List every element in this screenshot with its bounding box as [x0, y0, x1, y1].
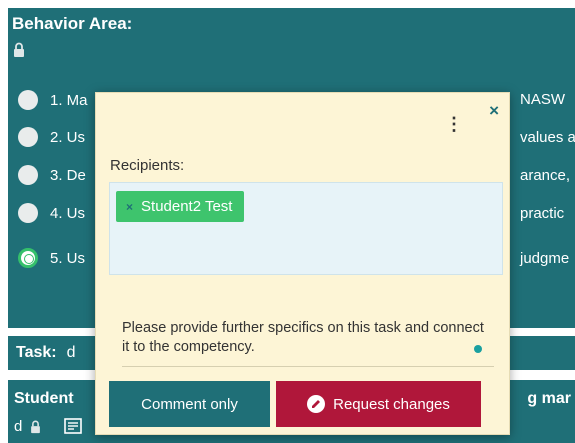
request-changes-label: Request changes — [333, 395, 450, 413]
close-icon[interactable]: × — [489, 101, 499, 121]
radio-button[interactable] — [18, 203, 38, 223]
request-changes-popup: × ⋮ Recipients: × Student2 Test Please p… — [95, 92, 510, 435]
option-text-tail: arance, — [520, 167, 571, 184]
radio-button-selected[interactable] — [18, 248, 38, 268]
lock-icon — [13, 42, 25, 63]
student-value: d — [14, 418, 23, 435]
more-options-icon[interactable]: ⋮ — [445, 115, 463, 133]
option-text-tail: values a — [520, 129, 575, 146]
task-value: d — [66, 344, 76, 361]
behavior-option-3[interactable]: 3. De — [18, 162, 86, 188]
comment-textarea[interactable]: Please provide further specifics on this… — [122, 319, 494, 367]
notes-icon[interactable] — [64, 418, 82, 439]
option-text-tail: NASW — [520, 91, 565, 108]
student-label: Student — [14, 390, 74, 407]
recipients-label: Recipients: — [110, 157, 185, 174]
recipients-field[interactable]: × Student2 Test — [109, 182, 503, 275]
task-label: Task: — [16, 344, 57, 361]
option-label: 5. Us — [50, 249, 86, 267]
lock-icon — [30, 420, 41, 439]
request-changes-button[interactable]: Request changes — [276, 381, 481, 427]
recipient-name: Student2 Test — [141, 198, 233, 215]
option-label: 4. Us — [50, 204, 86, 222]
comment-only-button[interactable]: Comment only — [109, 381, 270, 427]
behavior-option-2[interactable]: 2. Us — [18, 124, 85, 150]
resize-handle-icon[interactable] — [474, 345, 482, 353]
option-text-tail: practic — [520, 205, 565, 222]
option-label: 2. Us — [50, 128, 86, 146]
behavior-area-title: Behavior Area: — [12, 14, 133, 33]
radio-button[interactable] — [18, 127, 38, 147]
request-changes-icon — [307, 395, 326, 413]
option-label: 1. Ma — [50, 91, 88, 109]
student-mgmt-text: g mar — [527, 390, 571, 407]
radio-button[interactable] — [18, 90, 38, 110]
behavior-option-1[interactable]: 1. Ma — [18, 87, 88, 113]
option-text-tail: judgme — [520, 250, 570, 267]
option-label: 3. De — [50, 166, 86, 184]
behavior-option-5[interactable]: 5. Us — [18, 245, 85, 271]
recipient-chip: × Student2 Test — [116, 191, 245, 222]
behavior-option-4[interactable]: 4. Us — [18, 200, 85, 226]
radio-button[interactable] — [18, 165, 38, 185]
remove-recipient-icon[interactable]: × — [126, 200, 133, 214]
